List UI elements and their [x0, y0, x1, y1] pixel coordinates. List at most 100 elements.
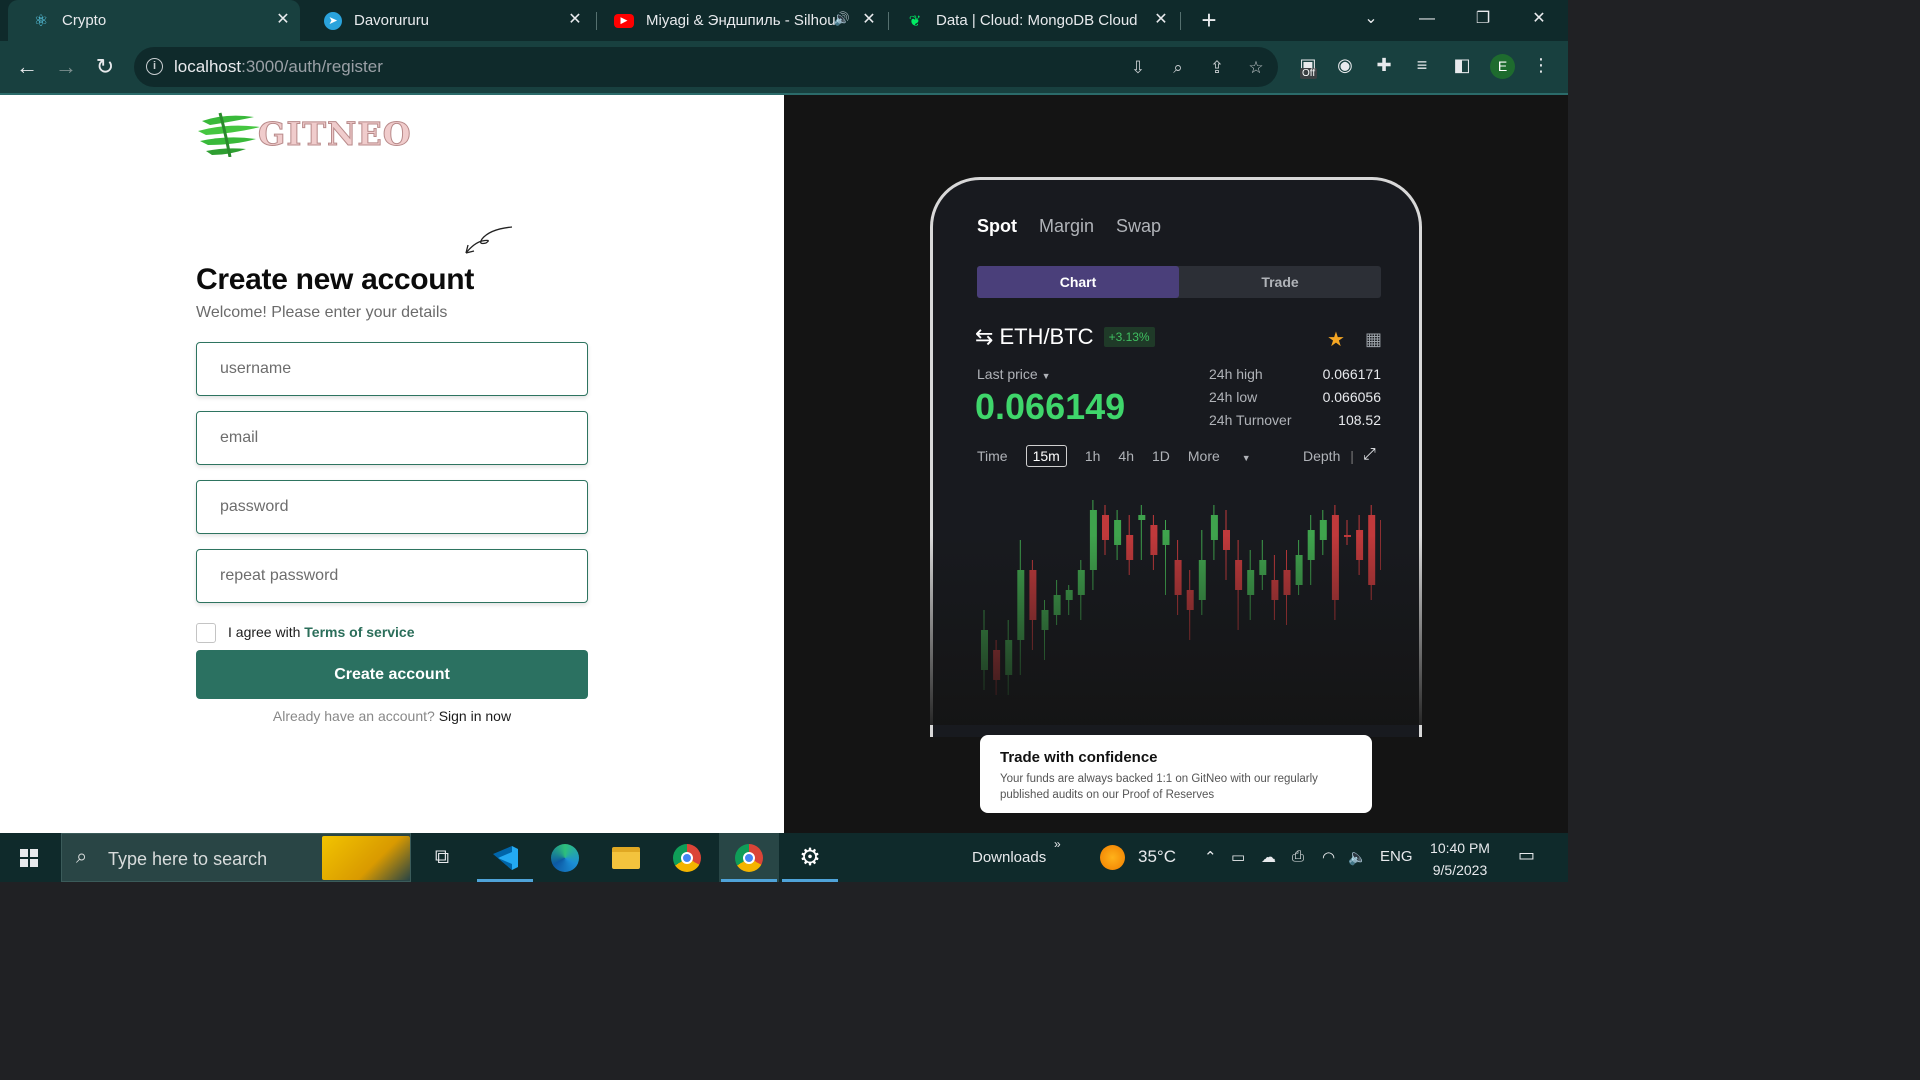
tab-youtube[interactable]: ▶ Miyagi & Эндшпиль - Silhou 🔊 ✕: [590, 0, 886, 41]
email-input[interactable]: [197, 412, 587, 464]
temperature[interactable]: 35°C: [1138, 847, 1176, 867]
tab-title: Miyagi & Эндшпиль - Silhou: [646, 12, 836, 29]
candle-body: [1380, 520, 1381, 570]
signin-link[interactable]: Sign in now: [439, 708, 511, 724]
trust-title: Trade with confidence: [1000, 749, 1158, 766]
terms-checkbox[interactable]: [196, 623, 216, 643]
password-input[interactable]: [197, 481, 587, 533]
battery-icon[interactable]: ▭: [1231, 848, 1245, 866]
extension-target-icon[interactable]: ◉: [1333, 53, 1357, 77]
tab-davorururu[interactable]: ➤ Davorururu ✕: [300, 0, 592, 41]
chrome-profile-taskbar-icon[interactable]: [719, 833, 779, 882]
chrome-icon: [735, 843, 763, 872]
tab-mongodb[interactable]: ❦ Data | Cloud: MongoDB Cloud ✕: [882, 0, 1178, 41]
grid-icon: ▦: [1365, 329, 1383, 349]
restore-button[interactable]: ❐: [1455, 0, 1511, 41]
candle-body: [1114, 520, 1122, 545]
candle-body: [1186, 590, 1194, 610]
candle-body: [1089, 510, 1097, 570]
vscode-taskbar-icon[interactable]: [475, 833, 535, 882]
share-icon[interactable]: ⇪: [1206, 57, 1228, 79]
clock-time: 10:40 PM: [1430, 840, 1490, 856]
folder-icon: [612, 846, 640, 869]
repeat-password-input[interactable]: [197, 550, 587, 602]
back-button[interactable]: ←: [14, 54, 40, 80]
zoom-icon[interactable]: ⌕: [1167, 57, 1189, 79]
settings-taskbar-icon[interactable]: ⚙: [780, 833, 840, 882]
site-info-icon[interactable]: i: [146, 58, 163, 75]
downloads-toolbar[interactable]: Downloads: [972, 849, 1046, 866]
terms-link[interactable]: Terms of service: [304, 624, 414, 640]
candle-body: [1150, 525, 1158, 555]
register-panel: GITNEO Create new account Welcome! Pleas…: [0, 95, 784, 833]
candle-body: [981, 630, 988, 670]
close-tab-icon[interactable]: ✕: [566, 11, 584, 29]
toolbar-expand-icon[interactable]: »: [1054, 837, 1061, 851]
device-icon[interactable]: ⎙: [1292, 848, 1304, 865]
repeat-password-field: [196, 549, 588, 603]
profile-avatar[interactable]: E: [1490, 54, 1515, 79]
logo-leaf-icon: [198, 112, 260, 157]
notifications-icon[interactable]: ▭: [1518, 845, 1535, 866]
extensions-puzzle-icon[interactable]: ✚: [1372, 53, 1396, 77]
install-app-icon[interactable]: ⇩: [1127, 57, 1149, 79]
stat-value: 0.066171: [1322, 366, 1381, 382]
market-tabs: Spot Margin Swap: [977, 216, 1161, 237]
show-hidden-icons-icon[interactable]: ⌃: [1204, 848, 1217, 866]
candle-body: [1005, 640, 1013, 675]
candle-body: [1138, 515, 1146, 520]
favorite-star-icon: ★: [1327, 329, 1345, 351]
last-price-value: 0.066149: [975, 386, 1126, 427]
tab-search-chevron-icon[interactable]: ⌄: [1343, 0, 1399, 41]
candle-body: [1017, 570, 1025, 640]
create-account-button[interactable]: Create account: [196, 650, 588, 699]
side-panel-icon[interactable]: ◧: [1450, 53, 1474, 77]
gitneo-logo[interactable]: GITNEO: [196, 107, 411, 157]
edge-taskbar-icon[interactable]: [535, 833, 595, 882]
url-text[interactable]: localhost:3000/auth/register: [174, 57, 383, 77]
wifi-icon[interactable]: ◠: [1322, 848, 1335, 866]
system-clock[interactable]: 10:40 PM 9/5/2023: [1424, 837, 1496, 881]
chrome-taskbar-icon[interactable]: [657, 833, 717, 882]
tab-swap: Swap: [1116, 216, 1162, 236]
username-field: [196, 342, 588, 396]
address-bar[interactable]: i localhost:3000/auth/register ⇩ ⌕ ⇪ ☆: [134, 47, 1278, 87]
timeframe-1h: 1h: [1084, 448, 1101, 464]
close-tab-icon[interactable]: ✕: [274, 11, 292, 29]
timeframe-more: More ▼: [1188, 448, 1269, 464]
stat-label: 24h low: [1209, 389, 1258, 405]
task-view-icon[interactable]: ⧉: [412, 833, 472, 882]
stat-label: 24h Turnover: [1209, 412, 1292, 428]
bookmark-star-icon[interactable]: ☆: [1245, 57, 1267, 79]
agree-text: I agree with: [228, 624, 305, 640]
onedrive-cloud-icon[interactable]: ☁: [1261, 848, 1276, 866]
username-input[interactable]: [197, 343, 587, 395]
candle-body: [1210, 515, 1218, 540]
extension-off-badge: Off: [1300, 68, 1318, 79]
taskbar-search[interactable]: ⌕ Type here to search: [61, 833, 411, 882]
tab-crypto[interactable]: ⚛ Crypto ✕: [8, 0, 300, 41]
active-indicator: [721, 879, 777, 882]
close-tab-icon[interactable]: ✕: [860, 11, 878, 29]
browser-menu-icon[interactable]: ⋮: [1529, 53, 1553, 77]
candle-body: [1344, 535, 1351, 537]
page-subtitle: Welcome! Please enter your details: [196, 304, 448, 321]
close-window-button[interactable]: ✕: [1511, 0, 1567, 41]
start-button[interactable]: [0, 833, 58, 882]
candle-body: [993, 650, 1001, 680]
active-indicator: [477, 879, 533, 882]
language-indicator[interactable]: ENG: [1380, 848, 1413, 865]
weather-sun-icon[interactable]: [1100, 845, 1125, 870]
audio-playing-icon[interactable]: 🔊: [834, 11, 850, 27]
file-explorer-taskbar-icon[interactable]: [596, 833, 656, 882]
candle-body: [1162, 530, 1170, 545]
reload-button[interactable]: ↻: [92, 54, 118, 80]
windows-logo-icon: [20, 849, 38, 867]
forward-button[interactable]: →: [53, 54, 79, 80]
new-tab-button[interactable]: +: [1196, 7, 1222, 34]
minimize-button[interactable]: —: [1399, 0, 1455, 41]
media-queue-icon[interactable]: ≡: [1410, 53, 1434, 77]
volume-icon[interactable]: 🔈: [1348, 848, 1367, 866]
close-tab-icon[interactable]: ✕: [1152, 11, 1170, 29]
timeframe-4h: 4h: [1118, 448, 1134, 464]
